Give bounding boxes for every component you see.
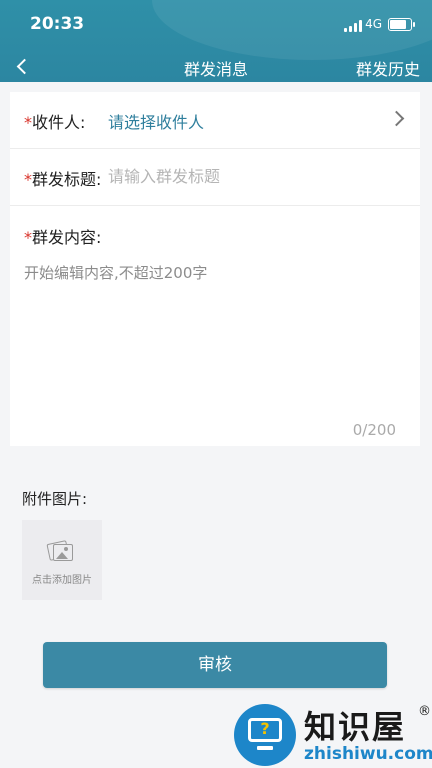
- recipient-label-text: 收件人:: [32, 113, 86, 132]
- watermark-domain: zhishiwu.com: [304, 744, 432, 764]
- title-input[interactable]: [108, 161, 398, 191]
- char-counter: 0/200: [352, 421, 396, 439]
- watermark-badge-icon: ?: [234, 704, 296, 766]
- image-icon: [46, 539, 73, 561]
- title-label-text: 群发标题:: [32, 170, 102, 189]
- add-image-text: 点击添加图片: [32, 575, 92, 586]
- recipient-select[interactable]: 请选择收件人: [108, 109, 204, 133]
- watermark-text: 知识屋: [304, 708, 407, 746]
- network-type: 4G: [365, 17, 382, 31]
- message-form: *收件人: 请选择收件人 *群发标题: *群发内容: 0/200: [10, 92, 420, 446]
- review-button[interactable]: 审核: [43, 642, 387, 688]
- title-row: *群发标题:: [10, 149, 420, 206]
- required-mark: *: [24, 113, 32, 132]
- status-bar: 20:33 4G: [0, 0, 432, 50]
- content-textarea[interactable]: [24, 262, 404, 412]
- recipient-label: *收件人:: [24, 109, 85, 133]
- battery-icon: [388, 18, 415, 31]
- content-label-text: 群发内容:: [32, 228, 102, 247]
- required-mark: *: [24, 170, 32, 189]
- header-bar: 20:33 4G 群发消息 群发历史: [0, 0, 432, 82]
- signal-icon: [344, 20, 362, 32]
- attachments-label: 附件图片:: [22, 490, 88, 508]
- title-label: *群发标题:: [24, 166, 101, 190]
- status-time: 20:33: [30, 14, 85, 34]
- add-image-button[interactable]: 点击添加图片: [22, 520, 102, 600]
- watermark-logo: ? 知识屋 ® zhishiwu.com: [234, 700, 432, 768]
- watermark-reg: ®: [418, 704, 431, 719]
- recipient-row[interactable]: *收件人: 请选择收件人: [10, 92, 420, 149]
- content-label: *群发内容:: [24, 224, 101, 248]
- chevron-right-icon: [388, 110, 405, 127]
- history-button[interactable]: 群发历史: [356, 56, 420, 80]
- required-mark: *: [24, 228, 32, 247]
